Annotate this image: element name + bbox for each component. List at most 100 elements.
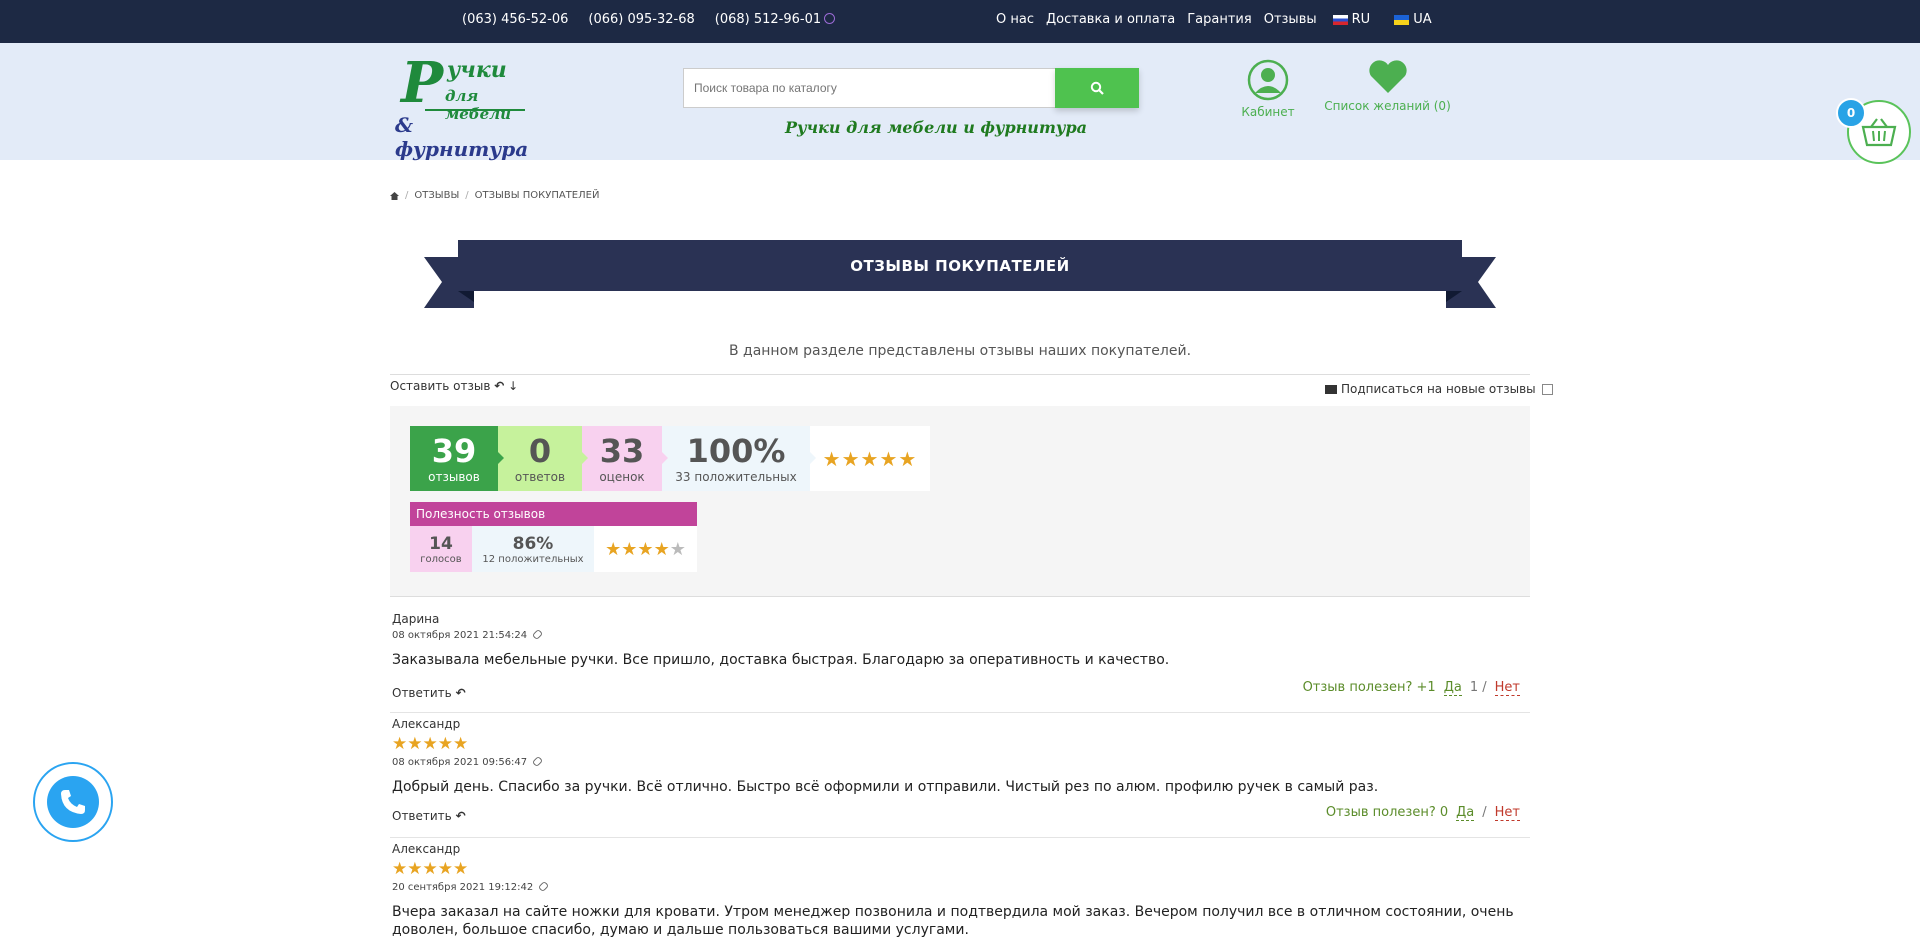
reply-arrow-icon: ↶	[455, 809, 466, 823]
pointer-icon	[498, 452, 504, 464]
breadcrumb-current: Отзывы покупателей	[474, 190, 600, 201]
votes-number: 14	[429, 533, 453, 554]
lang-ru[interactable]: RU	[1332, 12, 1371, 27]
site-header: Р учки для мебели & фурнитура Ручки для …	[0, 43, 1920, 161]
leave-review-link[interactable]: Оставить отзыв ↶ ↓	[390, 379, 518, 393]
vote-count: /	[1482, 805, 1487, 820]
pointer-icon	[662, 452, 668, 464]
subscribe-label: Подписаться на новые отзывы	[1341, 382, 1536, 396]
ua-flag-icon	[1394, 14, 1410, 25]
link-icon[interactable]	[531, 628, 544, 641]
phone-link-2[interactable]: (066) 095-32-68	[588, 12, 694, 27]
breadcrumb-separator: /	[405, 190, 409, 201]
phone-list: (063) 456-52-06 (066) 095-32-68 (068) 51…	[462, 12, 836, 27]
stat-positive-number: 100%	[686, 431, 786, 470]
stat-reviews-label: отзывов	[428, 469, 480, 484]
usefulness-title: Полезность отзывов	[410, 502, 697, 526]
breadcrumb: / Отзывы / Отзывы покупателей	[390, 190, 599, 201]
reply-link[interactable]: Ответить ↶	[392, 809, 466, 823]
vote-yes-button[interactable]: Да	[1443, 680, 1462, 696]
stat-answers-label: ответов	[514, 469, 566, 484]
review-usefulness: Отзыв полезен? 0 Да / Нет	[1326, 805, 1520, 821]
subscribe-toggle[interactable]: Подписаться на новые отзывы	[1325, 382, 1553, 396]
subscribe-checkbox[interactable]	[1541, 383, 1553, 395]
breadcrumb-reviews[interactable]: Отзывы	[414, 190, 459, 201]
stat-ratings-label: оценок	[599, 469, 645, 484]
stat-ratings-number: 33	[599, 431, 645, 470]
stat-rating-stars: ★★★★★	[810, 426, 930, 491]
review-author: Александр	[392, 842, 461, 856]
review-stars: ★★★★★	[392, 734, 469, 754]
logo-word: учки	[447, 57, 507, 83]
stat-positive-label: 33 положительных	[675, 469, 797, 484]
vote-yes-button[interactable]: Да	[1456, 805, 1475, 821]
phone-icon	[61, 790, 85, 814]
page-title-ribbon: ОТЗЫВЫ ПОКУПАТЕЛЕЙ	[424, 240, 1496, 310]
review-item: Александр ★★★★★ 20 сентября 2021 19:12:4…	[392, 842, 1526, 937]
stat-ratings: 33 оценок	[582, 426, 668, 491]
cart-count-badge: 0	[1836, 98, 1866, 128]
ru-flag-icon	[1332, 14, 1348, 25]
viber-icon	[824, 13, 836, 24]
lang-ru-label: RU	[1351, 12, 1371, 27]
pointer-icon	[582, 452, 588, 464]
top-bar: (063) 456-52-06 (066) 095-32-68 (068) 51…	[0, 0, 1920, 43]
callback-button[interactable]	[33, 762, 113, 842]
link-icon[interactable]	[538, 880, 550, 893]
wishlist-label: Список желаний (0)	[1324, 99, 1451, 113]
usefulness-block: Полезность отзывов 14 голосов 86% 12 пол…	[410, 502, 697, 572]
review-date: 08 октября 2021 21:54:24	[392, 628, 1526, 641]
review-date-text: 08 октября 2021 09:56:47	[392, 757, 528, 768]
usefulness-stars: ★★★★ ★	[594, 526, 697, 572]
vote-no-button[interactable]: Нет	[1494, 680, 1520, 696]
site-tagline: Ручки для мебели и фурнитура	[785, 118, 1087, 137]
lang-ua[interactable]: UA	[1394, 12, 1432, 27]
review-text: Вчера заказал на сайте ножки для кровати…	[392, 904, 1514, 937]
search-icon	[1090, 81, 1104, 95]
phone-link-3[interactable]: (068) 512-96-01	[714, 12, 836, 27]
usefulness-stars-filled: ★★★★	[605, 538, 670, 560]
heart-icon	[1368, 60, 1407, 93]
review-text: Заказывала мебельные ручки. Все пришло, …	[392, 652, 1170, 668]
nav-reviews[interactable]: Отзывы	[1264, 12, 1317, 27]
useful-percent-box: 86% 12 положительных	[472, 526, 594, 572]
search-button[interactable]	[1055, 68, 1139, 108]
stat-positive: 100% 33 положительных	[662, 426, 816, 491]
vote-no-button[interactable]: Нет	[1494, 805, 1520, 821]
phone-link-3-label: (068) 512-96-01	[714, 12, 822, 27]
page-title: ОТЗЫВЫ ПОКУПАТЕЛЕЙ	[458, 240, 1462, 291]
reply-label: Ответить	[392, 809, 452, 823]
review-date: 20 сентября 2021 19:12:42	[392, 880, 1526, 893]
reply-arrow-icon: ↶	[494, 379, 505, 393]
lang-ua-label: UA	[1413, 12, 1432, 27]
stat-answers: 0 ответов	[498, 426, 588, 491]
site-logo[interactable]: Р учки для мебели & фурнитура	[395, 53, 535, 161]
nav-about[interactable]: О нас	[996, 12, 1034, 27]
review-divider	[390, 837, 1530, 838]
pointer-icon	[810, 452, 816, 464]
votes-box: 14 голосов	[410, 526, 472, 572]
useful-question: Отзыв полезен? 0	[1325, 805, 1449, 820]
nav-warranty[interactable]: Гарантия	[1187, 12, 1251, 27]
review-stars: ★★★★★	[392, 859, 469, 879]
cabinet-link[interactable]: Кабинет	[1238, 59, 1298, 119]
review-date-text: 20 сентября 2021 19:12:42	[392, 882, 534, 893]
reply-link[interactable]: Ответить ↶	[392, 686, 466, 700]
phone-link-1[interactable]: (063) 456-52-06	[462, 12, 568, 27]
home-icon[interactable]	[390, 191, 399, 200]
review-author: Александр	[392, 717, 461, 731]
useful-positive-label: 12 положительных	[482, 553, 584, 565]
review-item: Дарина 08 октября 2021 21:54:24 Заказыва…	[392, 612, 1526, 706]
logo-bottom: & фурнитура	[395, 113, 529, 161]
vote-count: 1 /	[1469, 680, 1487, 695]
review-date-text: 08 октября 2021 21:54:24	[392, 630, 528, 641]
callback-inner	[47, 776, 99, 828]
leave-review-label: Оставить отзыв	[390, 379, 491, 393]
nav-delivery[interactable]: Доставка и оплата	[1046, 12, 1175, 27]
link-icon[interactable]	[531, 755, 544, 768]
wishlist-link[interactable]: Список желаний (0)	[1320, 59, 1455, 113]
search-input[interactable]	[683, 68, 1055, 108]
top-nav: О нас Доставка и оплата Гарантия Отзывы …	[996, 12, 1432, 27]
review-usefulness: Отзыв полезен? +1 Да 1 / Нет	[1303, 680, 1520, 696]
usefulness-row: 14 голосов 86% 12 положительных ★★★★ ★	[410, 526, 697, 572]
